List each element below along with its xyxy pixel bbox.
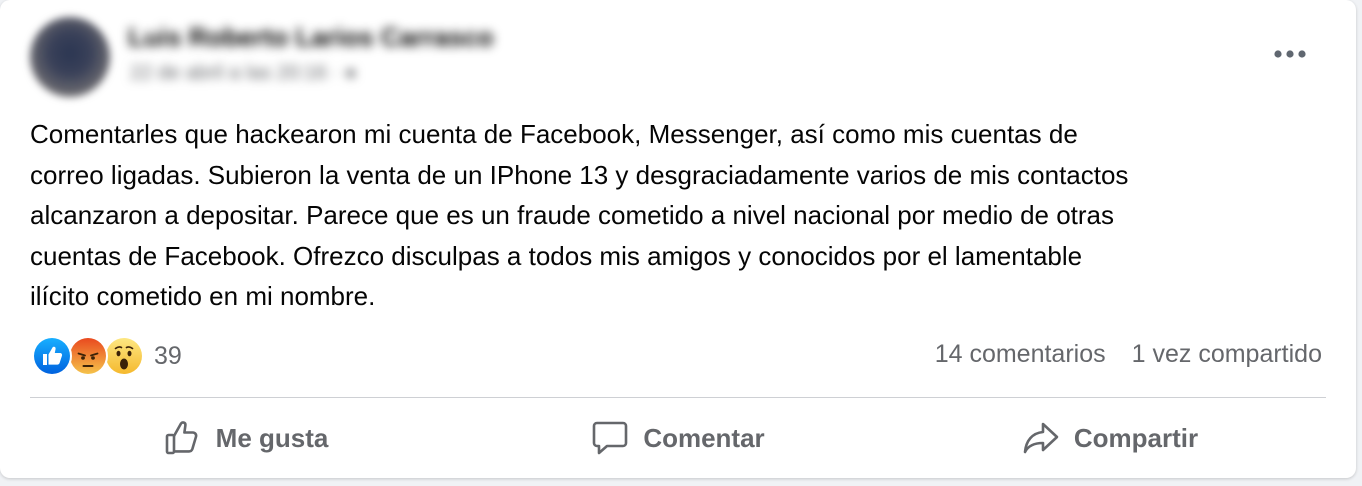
- share-button-label: Compartir: [1073, 422, 1199, 453]
- post-timestamp-text[interactable]: 22 de abril a las 20:16 ·: [130, 62, 345, 84]
- author-avatar[interactable]: [30, 17, 110, 97]
- more-options-button[interactable]: [1262, 36, 1318, 72]
- comments-count-link[interactable]: 14 comentarios: [935, 340, 1106, 369]
- post-actions-bar: Me gusta Comentar Compartir: [30, 402, 1326, 474]
- post-stats: 14 comentarios 1 vez compartido: [935, 340, 1322, 369]
- reactions-summary[interactable]: 39: [32, 336, 182, 376]
- post-text: Comentarles que hackearon mi cuenta de F…: [30, 119, 1129, 311]
- reaction-count[interactable]: 39: [154, 342, 182, 371]
- like-button-label: Me gusta: [215, 422, 329, 453]
- comment-button[interactable]: Comentar: [462, 402, 894, 474]
- comment-button-label: Comentar: [643, 422, 765, 453]
- post-card: Luis Roberto Larios Carrasco 22 de abril…: [0, 0, 1356, 478]
- comment-bubble-icon: [593, 421, 628, 455]
- reaction-icons[interactable]: [32, 336, 144, 376]
- angry-icon: [68, 336, 108, 376]
- post-timestamp[interactable]: 22 de abril a las 20:16 · ●: [130, 62, 357, 85]
- share-arrow-icon: [1023, 422, 1059, 454]
- divider: [30, 397, 1326, 398]
- audience-friends-icon: ●: [344, 62, 357, 84]
- shares-count-link[interactable]: 1 vez compartido: [1132, 340, 1322, 369]
- like-icon: [32, 336, 72, 376]
- author-name[interactable]: Luis Roberto Larios Carrasco: [128, 22, 494, 53]
- more-options-icon: [1274, 50, 1306, 58]
- wow-icon: [104, 336, 144, 376]
- like-button[interactable]: Me gusta: [30, 402, 462, 474]
- share-button[interactable]: Compartir: [894, 402, 1326, 474]
- thumbs-up-icon: [165, 421, 198, 455]
